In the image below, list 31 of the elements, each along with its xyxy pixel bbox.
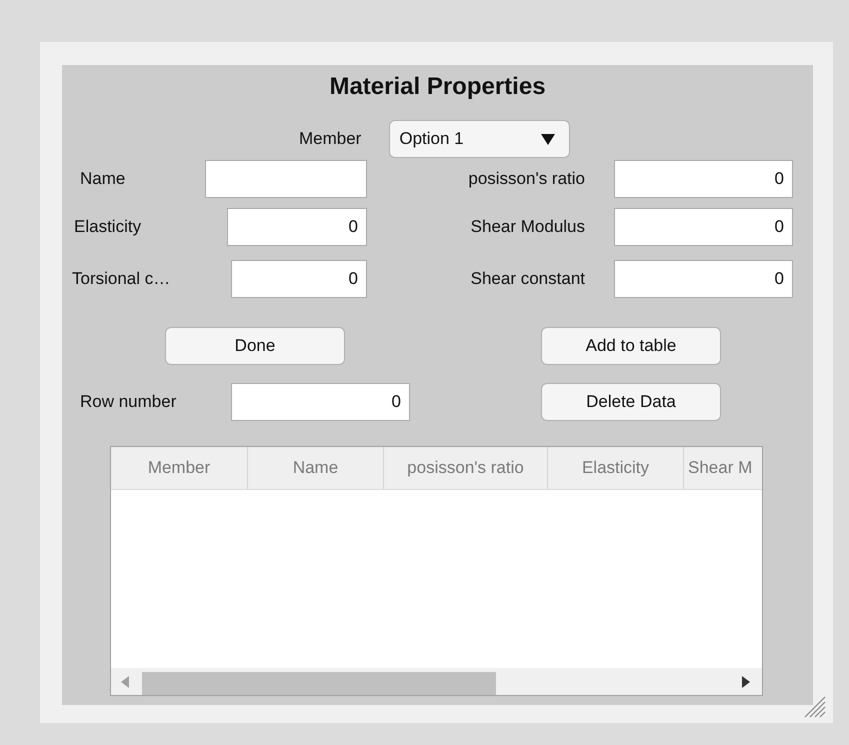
resize-grip-icon[interactable] (803, 695, 827, 719)
horizontal-scrollbar[interactable] (111, 668, 762, 695)
field-label: Elasticity (73, 217, 142, 237)
input-field[interactable] (205, 160, 367, 198)
column-header[interactable]: Shear M (684, 447, 762, 489)
input-field[interactable]: 0 (614, 160, 793, 198)
field-label: Shear constant (470, 269, 585, 289)
input-field[interactable]: 0 (614, 260, 793, 298)
field-label: Name (79, 169, 126, 189)
scroll-right-icon[interactable] (742, 676, 750, 688)
field-label: Row number (79, 392, 176, 412)
column-header[interactable]: Name (248, 447, 384, 489)
scroll-left-icon[interactable] (121, 676, 129, 688)
done-button[interactable]: Done (165, 327, 345, 365)
field-label: Member (298, 129, 362, 149)
input-field[interactable]: 0 (231, 383, 410, 421)
column-header[interactable]: Member (111, 447, 248, 489)
column-header[interactable]: Elasticity (548, 447, 684, 489)
add-button[interactable]: Add to table (541, 327, 721, 365)
field-label: Torsional c… (71, 269, 170, 289)
scroll-thumb[interactable] (142, 672, 496, 695)
field-label: posisson's ratio (467, 169, 585, 189)
column-header[interactable]: posisson's ratio (384, 447, 548, 489)
delete-button[interactable]: Delete Data (541, 383, 721, 421)
member-dropdown[interactable]: Option 1 (389, 120, 570, 158)
input-field[interactable]: 0 (227, 208, 367, 246)
input-field[interactable]: 0 (614, 208, 793, 246)
field-label: Shear Modulus (470, 217, 585, 237)
input-field[interactable]: 0 (231, 260, 367, 298)
caret-icon (541, 134, 556, 144)
panel-title: Material Properties (328, 72, 547, 102)
